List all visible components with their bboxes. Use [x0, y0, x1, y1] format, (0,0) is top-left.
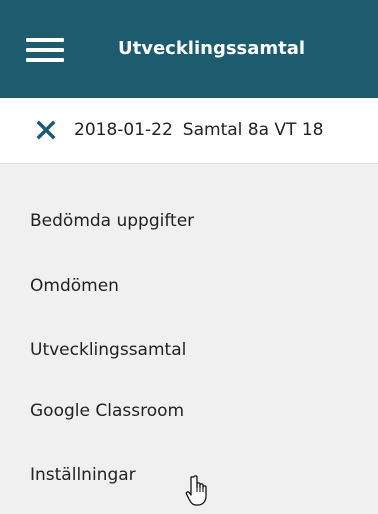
nav-item-utvecklingssamtal[interactable]: Utvecklingssamtal [0, 326, 378, 374]
nav-item-bedomda-uppgifter[interactable]: Bedömda uppgifter [0, 197, 378, 245]
nav-item-installningar[interactable]: Inställningar [0, 451, 378, 499]
close-icon[interactable] [34, 118, 58, 142]
menu-bar-top [26, 38, 64, 42]
nav-item-google-classroom[interactable]: Google Classroom [0, 387, 378, 435]
app-title: Utvecklingssamtal [118, 38, 306, 59]
conversation-date: 2018-01-22 [74, 120, 173, 140]
hamburger-menu-icon[interactable] [26, 38, 64, 62]
conversation-title: Samtal 8a VT 18 [182, 120, 324, 140]
selected-conversation-label: 2018-01-22 Samtal 8a VT 18 [74, 118, 323, 142]
nav-item-omdomen[interactable]: Omdömen [0, 262, 378, 310]
menu-bar-middle [26, 48, 64, 52]
menu-bar-bottom [26, 58, 64, 62]
navigation-menu: Bedömda uppgifter Omdömen Utvecklingssam… [0, 165, 378, 508]
selected-conversation-bar: 2018-01-22 Samtal 8a VT 18 [0, 98, 378, 164]
app-header: Utvecklingssamtal [0, 0, 378, 98]
